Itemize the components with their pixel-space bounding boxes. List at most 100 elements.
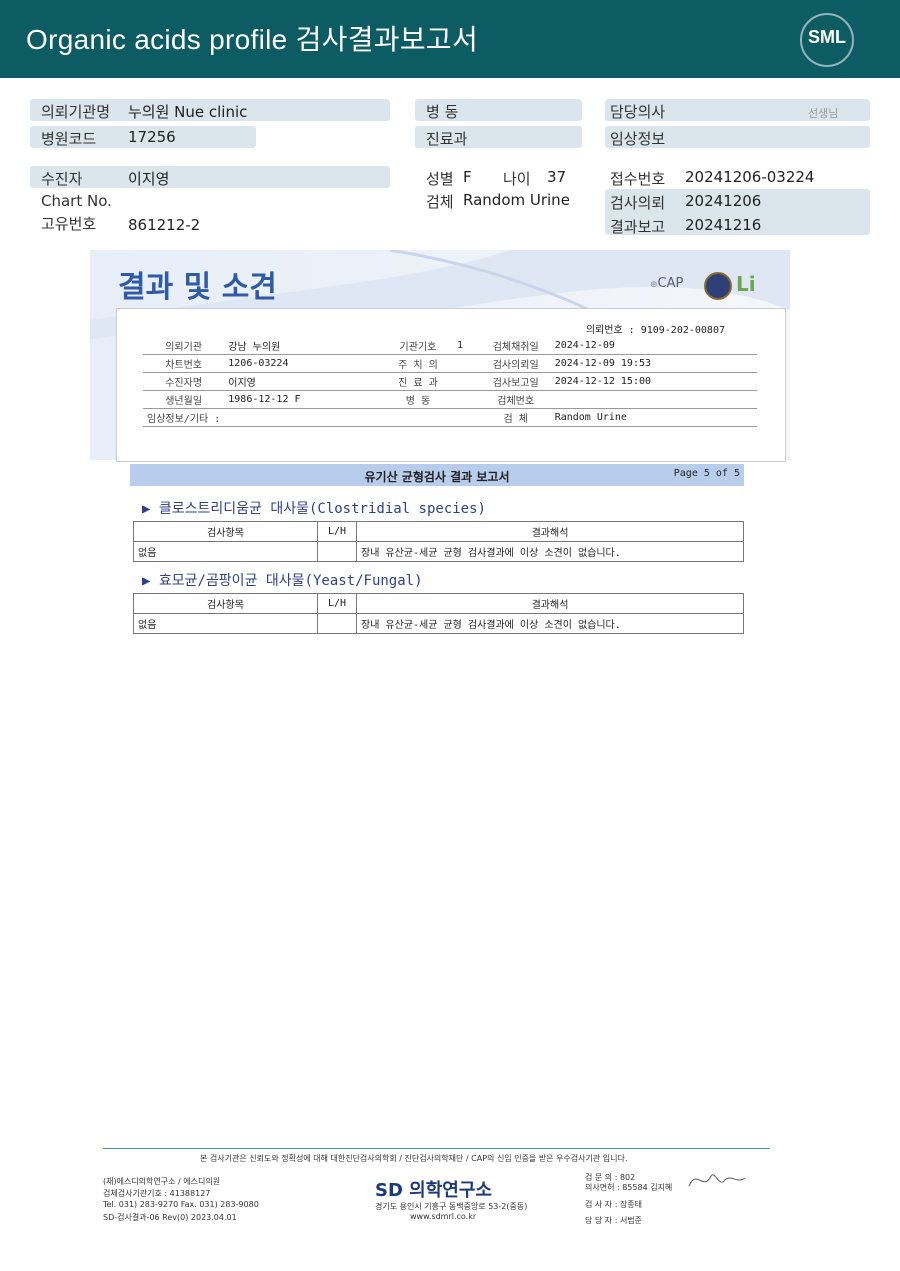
info-value	[452, 408, 481, 427]
doctor-suffix: 선생님	[808, 107, 839, 120]
info-row: 수진자명 이지영 진 료 과 검사보고일 2024-12-12 15:00	[143, 372, 757, 391]
result-interpretation: 장내 유산균-세균 균형 검사결과에 이상 소견이 없습니다.	[356, 541, 744, 562]
info-value	[452, 390, 481, 409]
info-key: 검체번호	[480, 390, 551, 409]
info-key: 의뢰기관	[143, 337, 225, 355]
info-value	[550, 390, 757, 409]
lab-logo-icon: Li	[736, 272, 756, 296]
footer-code: 검체검사기관기호 : 41388127	[103, 1189, 211, 1198]
sex-label: 성별	[426, 170, 454, 188]
hospital-code-value: 17256	[128, 128, 176, 146]
result-item: 없음	[133, 613, 318, 634]
info-key	[382, 408, 453, 427]
info-value: 1986-12-12 F	[224, 390, 383, 409]
info-key: 기관기호	[382, 337, 453, 355]
info-key: 수진자명	[143, 372, 225, 391]
info-value: 강남 누의원	[224, 337, 383, 355]
report-header: Organic acids profile 검사결과보고서 SML	[0, 0, 900, 78]
info-value: 2024-12-09	[550, 337, 757, 355]
sml-logo: SML	[800, 13, 854, 67]
footer-manager: 담 당 자 : 서범준	[585, 1216, 643, 1225]
report-label: 결과보고	[610, 218, 666, 236]
patient-label: 수진자	[41, 170, 83, 188]
info-key: 임상정보/기타 :	[143, 408, 225, 427]
doctor-label: 담당의사	[610, 103, 666, 121]
footer-rev: SD-검사결과-06 Rev(0) 2023.04.01	[103, 1213, 237, 1222]
col-header-interpretation: 결과해석	[356, 521, 744, 542]
id-value: 861212-2	[128, 216, 201, 234]
col-header-lh: L/H	[317, 593, 357, 614]
info-row: 생년월일 1986-12-12 F병 동 검체번호	[143, 390, 757, 409]
chart-label: Chart No.	[41, 192, 112, 210]
age-value: 37	[547, 168, 567, 186]
section-title-clostridial: ▶ 클로스트리디움균 대사물(Clostridial species)	[142, 501, 486, 517]
info-key: 병 동	[382, 390, 453, 409]
footer-address: 경기도 용인시 기흥구 동백중앙로 53-2(중동)	[375, 1202, 528, 1211]
sex-value: F	[463, 168, 472, 186]
info-row: 의뢰기관 강남 누의원 기관기호 1 검체채취일 2024-12-09	[143, 337, 757, 355]
info-value: 1	[452, 337, 481, 355]
report-title: Organic acids profile 검사결과보고서	[26, 24, 479, 55]
specimen-value: Random Urine	[463, 191, 570, 209]
info-value: 1206-03224	[224, 354, 383, 373]
cap-badge: ⊕CAP	[650, 276, 684, 291]
department-label: 진료과	[426, 130, 468, 148]
seal-icon	[704, 272, 732, 300]
result-document: 결과 및 소견 ⊕CAP Li 의뢰번호 : 9109-202-00807 의뢰…	[90, 250, 790, 670]
result-title: 결과 및 소견	[118, 270, 277, 305]
clinical-label: 임상정보	[610, 130, 666, 148]
footer-website: www.sdmrl.co.kr	[410, 1212, 477, 1221]
info-key: 차트번호	[143, 354, 225, 373]
clostridial-table: 검사항목 L/H 결과해석 없음 장내 유산균-세균 균형 검사결과에 이상 소…	[133, 521, 744, 562]
ward-label: 병 동	[426, 103, 459, 121]
signature-icon	[688, 1174, 746, 1187]
col-header-interpretation: 결과해석	[356, 593, 744, 614]
request-number: 의뢰번호 : 9109-202-00807	[585, 325, 725, 336]
info-value	[452, 354, 481, 373]
info-row: 차트번호 1206-03224 주 치 의 검사의뢰일 2024-12-09 19:53	[143, 354, 757, 373]
specimen-label: 검체	[426, 193, 454, 211]
institution-label: 의뢰기관명	[41, 103, 111, 121]
info-key: 검 체	[480, 408, 551, 427]
info-value: Random Urine	[550, 408, 757, 427]
age-label: 나이	[503, 170, 531, 188]
report-value: 20241216	[685, 216, 762, 234]
institution-value: 누의원 Nue clinic	[128, 103, 248, 121]
footer-tel: Tel. 031) 283-9270 Fax. 031) 283-9080	[103, 1200, 259, 1209]
footer-doctor: 의사면허 : 85584 김지혜	[585, 1183, 673, 1192]
info-value	[452, 372, 481, 391]
footer-tester: 검 사 자 : 장종태	[585, 1200, 643, 1209]
info-key: 생년월일	[143, 390, 225, 409]
request-value: 20241206	[685, 192, 762, 210]
info-row: 임상정보/기타 : 검 체 Random Urine	[143, 408, 757, 427]
info-value	[224, 408, 383, 427]
section-title-yeast: ▶ 효모균/곰팡이균 대사물(Yeast/Fungal)	[142, 573, 423, 589]
footer-divider	[103, 1148, 770, 1149]
info-key: 검사의뢰일	[480, 354, 551, 373]
info-key: 검사보고일	[480, 372, 551, 391]
report-subtitle: 유기산 균형검사 결과 보고서	[364, 470, 510, 484]
info-value: 이지영	[224, 372, 383, 391]
col-header-item: 검사항목	[133, 521, 318, 542]
request-label: 검사의뢰	[610, 194, 666, 212]
hospital-code-label: 병원코드	[41, 130, 97, 148]
info-value: 2024-12-12 15:00	[550, 372, 757, 391]
result-interpretation: 장내 유산균-세균 균형 검사결과에 이상 소견이 없습니다.	[356, 613, 744, 634]
info-value: 2024-12-09 19:53	[550, 354, 757, 373]
info-key: 주 치 의	[382, 354, 453, 373]
result-lh	[317, 541, 357, 562]
patient-value: 이지영	[128, 170, 170, 188]
col-header-item: 검사항목	[133, 593, 318, 614]
result-lh	[317, 613, 357, 634]
id-label: 고유번호	[41, 215, 97, 233]
page-indicator: Page 5 of 5	[673, 468, 740, 479]
report-title-bar: 유기산 균형검사 결과 보고서 Page 5 of 5	[130, 464, 744, 486]
receipt-value: 20241206-03224	[685, 168, 815, 186]
patient-row	[30, 166, 390, 188]
footer-notice: 본 검사기관은 신뢰도와 정확성에 대해 대한진단검사의학회 / 진단검사의학재…	[200, 1154, 628, 1163]
info-key: 검체채취일	[480, 337, 551, 355]
yeast-table: 검사항목 L/H 결과해석 없음 장내 유산균-세균 균형 검사결과에 이상 소…	[133, 593, 744, 634]
patient-info-table: 의뢰기관 강남 누의원 기관기호 1 검체채취일 2024-12-09 차트번호 1206-0…	[143, 337, 757, 427]
info-key: 진 료 과	[382, 372, 453, 391]
sd-brand-logo: SD 의학연구소	[375, 1180, 492, 1201]
